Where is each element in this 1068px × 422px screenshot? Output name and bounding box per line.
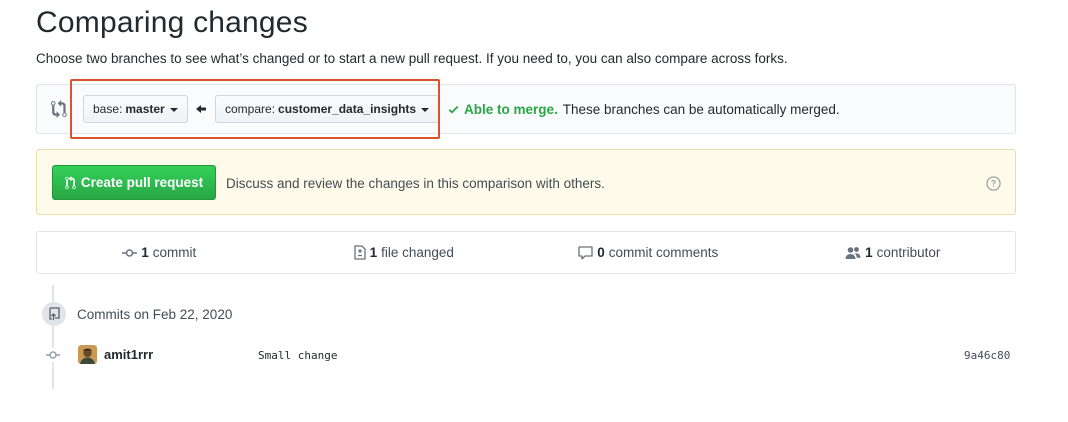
pull-request-icon [65, 175, 76, 189]
merge-description: These branches can be automatically merg… [562, 102, 840, 117]
comparison-summary: 1 commit 1 file changed 0 commit comment… [36, 231, 1016, 274]
git-compare-icon [51, 100, 67, 118]
commit-author[interactable]: amit1rrr [104, 347, 153, 362]
stat-label: commit comments [608, 245, 719, 260]
commit-message[interactable]: Small change [258, 349, 337, 362]
comment-icon [578, 245, 593, 260]
commit-sha[interactable]: 9a46c80 [964, 349, 1010, 362]
stat-count: 0 [597, 245, 605, 260]
range-editor: base: master compare: customer_data_insi… [36, 84, 1016, 134]
page-subtitle: Choose two branches to see what’s change… [36, 51, 788, 66]
avatar[interactable] [78, 345, 97, 364]
stat-commit-comments[interactable]: 0 commit comments [526, 232, 771, 273]
page-title: Comparing changes [36, 6, 308, 39]
create-pr-description: Discuss and review the changes in this c… [226, 176, 605, 191]
stat-label: contributor [876, 245, 941, 260]
question-icon[interactable] [986, 176, 1001, 191]
create-pull-request-button[interactable]: Create pull request [52, 165, 216, 200]
base-branch-value: master [125, 102, 165, 116]
chevron-down-icon [421, 107, 430, 112]
stat-label: commit [152, 245, 197, 260]
commit-group-title: Commits on Feb 22, 2020 [77, 307, 233, 322]
stat-contributors[interactable]: 1 contributor [771, 232, 1016, 273]
create-pr-panel: Create pull request Discuss and review t… [36, 149, 1016, 215]
stat-count: 1 [865, 245, 873, 260]
people-icon [845, 246, 861, 259]
compare-branch-select[interactable]: compare: customer_data_insights [215, 95, 440, 123]
timeline-line [52, 285, 54, 389]
create-pull-request-label: Create pull request [80, 175, 204, 190]
avatar-image [78, 345, 97, 364]
merge-ok-text: Able to merge. [464, 102, 558, 117]
stat-commits[interactable]: 1 commit [37, 232, 282, 273]
commit-icon [122, 248, 138, 257]
stat-count: 1 [369, 245, 378, 260]
commit-group-badge [42, 302, 66, 326]
arrow-left-icon [196, 105, 206, 113]
compare-branch-label: compare: [225, 102, 276, 116]
check-icon [448, 105, 459, 114]
base-branch-label: base: [93, 102, 123, 116]
repo-push-icon [48, 307, 60, 320]
base-branch-select[interactable]: base: master [83, 95, 188, 123]
stat-files-changed[interactable]: 1 file changed [282, 232, 527, 273]
merge-status: Able to merge. These branches can be aut… [447, 102, 840, 117]
compare-branch-value: customer_data_insights [278, 102, 417, 116]
stat-label: file changed [381, 245, 454, 260]
stat-count: 1 [141, 245, 149, 260]
commit-icon [44, 348, 62, 362]
file-diff-icon [353, 245, 366, 260]
chevron-down-icon [169, 107, 178, 112]
